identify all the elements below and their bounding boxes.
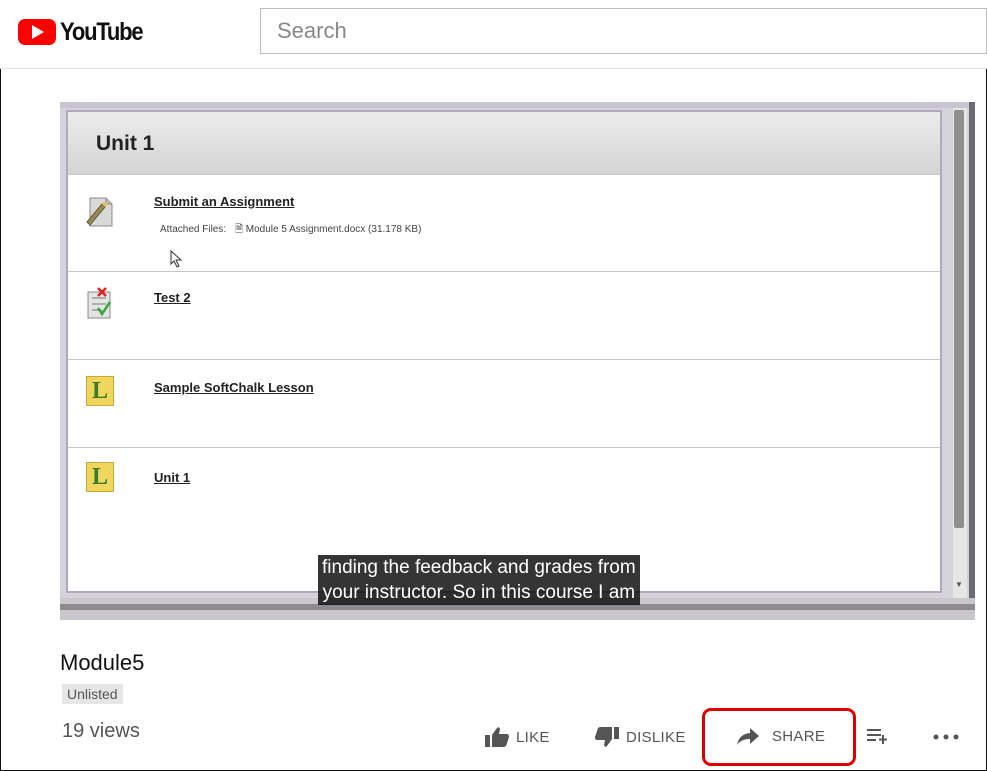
masthead: YouTube Search (0, 0, 987, 69)
attached-files-label: Attached Files: (160, 224, 227, 235)
caption-line: your instructor. So in this course I am (322, 582, 636, 603)
video-title: Module5 (60, 650, 145, 675)
content-item: L Unit 1 (68, 448, 940, 536)
item-link-softchalk-lesson[interactable]: Sample SoftChalk Lesson (154, 380, 314, 395)
attached-files: Attached Files: 🗎 Module 5 Assignment.do… (160, 222, 421, 239)
file-icon: 🗎 (234, 224, 243, 235)
video-edge (969, 102, 975, 620)
thumbs-up-icon (485, 727, 509, 747)
like-label: LIKE (516, 728, 550, 746)
content-item: Submit an Assignment Attached Files: 🗎 M… (68, 174, 940, 272)
like-button[interactable]: LIKE (484, 726, 550, 748)
lesson-icon: L (86, 462, 114, 492)
search-input[interactable]: Search (260, 8, 987, 54)
thumbs-down-icon (595, 727, 619, 747)
lesson-icon: L (86, 376, 114, 406)
scroll-down-icon[interactable]: ▼ (955, 580, 963, 589)
caption-line: finding the feedback and grades from (322, 557, 636, 578)
unit-header: Unit 1 (68, 112, 940, 175)
video-caption: finding the feedback and grades from you… (318, 555, 640, 605)
content-item: Test 2 (68, 272, 940, 360)
dislike-label: DISLIKE (626, 728, 686, 746)
more-actions-button[interactable] (932, 734, 960, 740)
unit-title: Unit 1 (96, 132, 155, 155)
video-top-border (60, 102, 975, 108)
mouse-cursor-icon (170, 250, 183, 268)
dislike-button[interactable]: DISLIKE (594, 726, 686, 748)
item-link-unit-1[interactable]: Unit 1 (154, 470, 190, 485)
test-icon (87, 287, 112, 319)
save-to-playlist-button[interactable] (866, 727, 890, 745)
content-item: L Sample SoftChalk Lesson (68, 360, 940, 448)
youtube-logo[interactable]: YouTube (18, 17, 144, 46)
item-link-test-2[interactable]: Test 2 (154, 290, 191, 305)
more-icon (933, 734, 959, 740)
video-player[interactable]: Unit 1 Submit an Assignment Attached Fil… (60, 102, 975, 620)
logo-text: YouTube (60, 17, 144, 46)
share-highlight-box (702, 708, 856, 766)
course-content-panel: Unit 1 Submit an Assignment Attached Fil… (66, 110, 942, 593)
playlist-add-icon (867, 729, 887, 744)
play-logo-icon (18, 19, 56, 45)
unlisted-badge: Unlisted (62, 684, 123, 704)
item-link-submit-assignment[interactable]: Submit an Assignment (154, 194, 294, 209)
scrollbar-thumb[interactable] (954, 110, 964, 528)
attached-file-link[interactable]: Module 5 Assignment.docx (31.178 KB) (246, 224, 422, 235)
assignment-icon (86, 197, 113, 227)
view-count: 19 views (62, 720, 140, 742)
